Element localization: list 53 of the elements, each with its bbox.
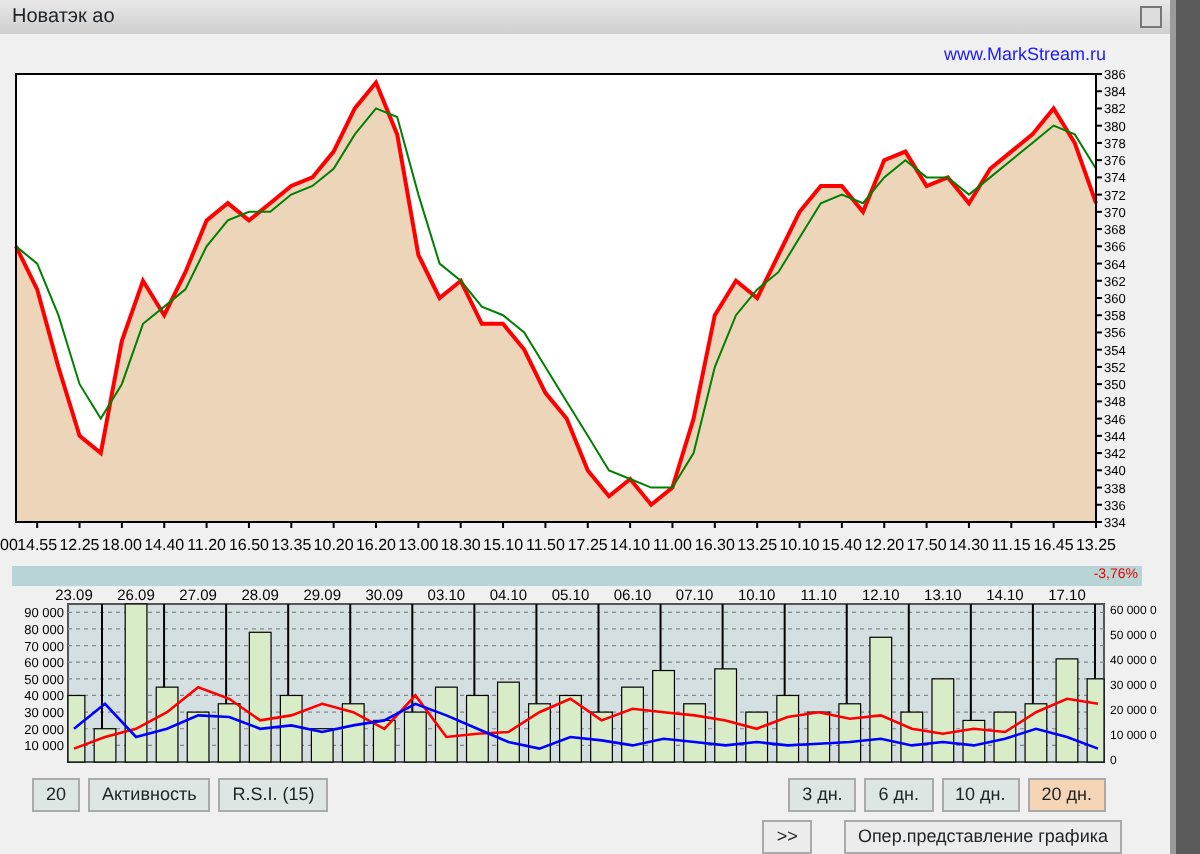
x-axis-label: 13.25 bbox=[1075, 536, 1117, 554]
x-axis-label: 11.20 bbox=[187, 536, 227, 554]
volume-bar bbox=[621, 686, 644, 763]
x-axis-label: 10.10 bbox=[779, 536, 820, 554]
x-axis-label: 12.25 bbox=[59, 536, 100, 554]
source-link[interactable]: www.MarkStream.ru bbox=[943, 44, 1106, 64]
volume-bar bbox=[496, 681, 520, 763]
window-button-icon[interactable] bbox=[1140, 6, 1162, 28]
x-axis-label: 17.50 bbox=[906, 536, 947, 554]
x-axis-label: 16.50 bbox=[228, 536, 269, 554]
x-axis-label: 16.20 bbox=[355, 536, 397, 554]
x-axis-label: 16.30 bbox=[694, 536, 735, 554]
period-button[interactable]: 20 дн. bbox=[1027, 778, 1106, 812]
volume-bar bbox=[745, 711, 769, 763]
x-axis-label: 13.00 bbox=[398, 536, 439, 554]
volume-bar bbox=[310, 728, 334, 763]
volume-bar bbox=[931, 678, 955, 763]
x-axis-label: 11.15 bbox=[991, 536, 1031, 554]
volume-bar bbox=[559, 694, 582, 763]
x-axis-label: 18.30 bbox=[440, 536, 481, 554]
volume-bar bbox=[869, 636, 893, 763]
x-axis-label: 11.50 bbox=[525, 536, 565, 554]
x-axis-label: 14.55 bbox=[17, 536, 58, 554]
indicator-button[interactable]: R.S.I. (15) bbox=[218, 778, 329, 812]
indicator-button[interactable]: Активность bbox=[88, 778, 211, 812]
x-axis-label: 14.40 bbox=[144, 536, 185, 554]
volume-bar bbox=[67, 694, 86, 763]
action-button[interactable]: Опер.представление графика bbox=[843, 820, 1122, 854]
x-axis-label: 12.20 bbox=[864, 536, 905, 554]
volume-bar bbox=[186, 711, 210, 763]
volume-bar bbox=[683, 703, 707, 763]
x-axis-label: 18.00 bbox=[101, 536, 142, 554]
period-button[interactable]: 10 дн. bbox=[941, 778, 1020, 812]
x-axis-label: 10.20 bbox=[313, 536, 354, 554]
volume-bar bbox=[248, 631, 272, 763]
action-button[interactable]: >> bbox=[762, 820, 812, 854]
volume-bar bbox=[434, 686, 458, 763]
volume-bar bbox=[1055, 658, 1079, 763]
x-axis-label: 14.30 bbox=[948, 536, 989, 554]
period-button[interactable]: 6 дн. bbox=[864, 778, 934, 812]
x-axis-label: 17.25 bbox=[567, 536, 608, 554]
period-button[interactable]: 3 дн. bbox=[788, 778, 857, 812]
x-axis-label: 15.40 bbox=[821, 536, 862, 554]
volume-bar bbox=[372, 719, 396, 763]
x-axis-label: 13.35 bbox=[271, 536, 312, 554]
x-axis-label: 15.10 bbox=[483, 536, 524, 554]
x-axis-label: 16.45 bbox=[1033, 536, 1074, 554]
x-axis-label: 00 bbox=[0, 536, 18, 554]
window-title: Новатэк ао bbox=[12, 4, 115, 32]
x-axis-label: 14.10 bbox=[610, 536, 651, 554]
x-axis-label: 13.25 bbox=[737, 536, 778, 554]
indicator-button[interactable]: 20 bbox=[32, 778, 81, 812]
x-axis-label: 11.00 bbox=[653, 536, 692, 554]
